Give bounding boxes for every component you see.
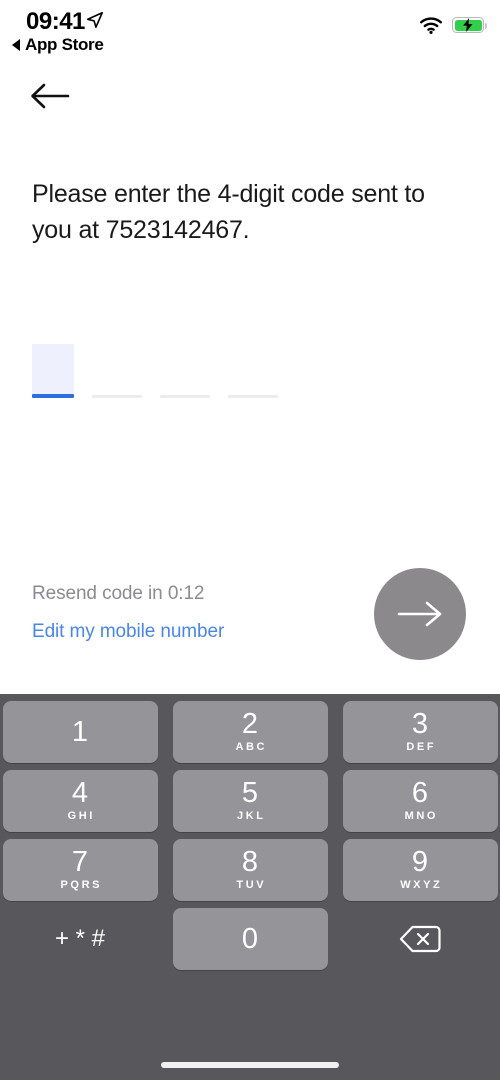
home-indicator	[161, 1062, 339, 1068]
code-input-3-underline	[160, 395, 210, 398]
edit-mobile-number-link[interactable]: Edit my mobile number	[32, 621, 224, 643]
keypad-row-2: 4 GHI 5 JKL 6 MNO	[0, 770, 500, 832]
code-input-4-underline	[228, 395, 278, 398]
code-input-1-box	[32, 344, 74, 394]
key-5[interactable]: 5 JKL	[172, 770, 328, 832]
key-3[interactable]: 3 DEF	[342, 701, 498, 763]
key-0-digit: 0	[241, 923, 259, 955]
key-7-letters: PQRS	[60, 879, 103, 891]
battery-charging-icon	[452, 17, 487, 33]
code-input-1-underline	[32, 394, 74, 398]
key-1[interactable]: 1	[2, 701, 158, 763]
code-input-3[interactable]	[160, 344, 210, 398]
code-input-group	[32, 344, 278, 398]
key-1-digit: 1	[71, 716, 89, 748]
key-backspace[interactable]	[343, 908, 498, 970]
code-input-1[interactable]	[32, 344, 74, 398]
key-6[interactable]: 6 MNO	[342, 770, 498, 832]
key-7-digit: 7	[71, 846, 89, 878]
key-6-digit: 6	[411, 777, 429, 809]
key-3-letters: DEF	[406, 741, 437, 753]
arrow-left-icon	[31, 83, 70, 109]
status-bar-time: 09:41	[26, 8, 85, 35]
location-arrow-icon	[86, 11, 104, 29]
status-bar-indicators	[419, 16, 487, 34]
keypad-grid: 1 2 ABC 3 DEF 4 GHI 5 JKL 6 MNO 7 PQRS 8…	[0, 694, 500, 970]
key-0[interactable]: 0	[172, 908, 328, 970]
key-2-digit: 2	[241, 708, 259, 740]
key-4[interactable]: 4 GHI	[2, 770, 158, 832]
code-input-4[interactable]	[228, 344, 278, 398]
resend-code-timer: Resend code in 0:12	[32, 583, 205, 604]
code-input-2-underline	[92, 395, 142, 398]
phone-screen: 09:41 App Store Please enter the 4-digit…	[0, 0, 500, 1080]
keypad-row-3: 7 PQRS 8 TUV 9 WXYZ	[0, 839, 500, 901]
key-5-digit: 5	[241, 777, 259, 809]
key-2-letters: ABC	[235, 741, 268, 753]
key-9[interactable]: 9 WXYZ	[342, 839, 498, 901]
numeric-keypad: 1 2 ABC 3 DEF 4 GHI 5 JKL 6 MNO 7 PQRS 8…	[0, 694, 500, 1080]
page-title-prompt: Please enter the 4-digit code sent to yo…	[32, 180, 425, 244]
arrow-right-icon	[397, 601, 442, 627]
code-input-2[interactable]	[92, 344, 142, 398]
backspace-icon	[399, 925, 441, 953]
key-8-digit: 8	[241, 846, 259, 878]
key-7[interactable]: 7 PQRS	[2, 839, 158, 901]
key-9-letters: WXYZ	[400, 879, 443, 891]
key-4-letters: GHI	[67, 810, 95, 822]
back-button[interactable]	[26, 76, 74, 116]
status-bar: 09:41 App Store	[0, 0, 500, 62]
key-5-letters: JKL	[237, 810, 266, 822]
key-9-digit: 9	[411, 846, 429, 878]
key-3-digit: 3	[411, 708, 429, 740]
submit-button[interactable]	[374, 568, 466, 660]
status-bar-back-label: App Store	[25, 35, 104, 54]
key-2[interactable]: 2 ABC	[172, 701, 328, 763]
wifi-icon	[420, 17, 442, 34]
key-4-digit: 4	[71, 777, 89, 809]
key-8[interactable]: 8 TUV	[172, 839, 328, 901]
triangle-left-icon	[12, 39, 20, 51]
keypad-row-1: 1 2 ABC 3 DEF	[0, 701, 500, 763]
key-6-letters: MNO	[404, 810, 439, 822]
keypad-row-4: + * # 0	[0, 908, 500, 970]
key-symbols-glyph: + * #	[54, 925, 106, 952]
key-8-letters: TUV	[236, 879, 267, 891]
status-bar-back-to-app-store[interactable]: App Store	[12, 35, 104, 55]
lightning-bolt-icon	[463, 18, 473, 32]
key-symbols[interactable]: + * #	[3, 908, 158, 970]
